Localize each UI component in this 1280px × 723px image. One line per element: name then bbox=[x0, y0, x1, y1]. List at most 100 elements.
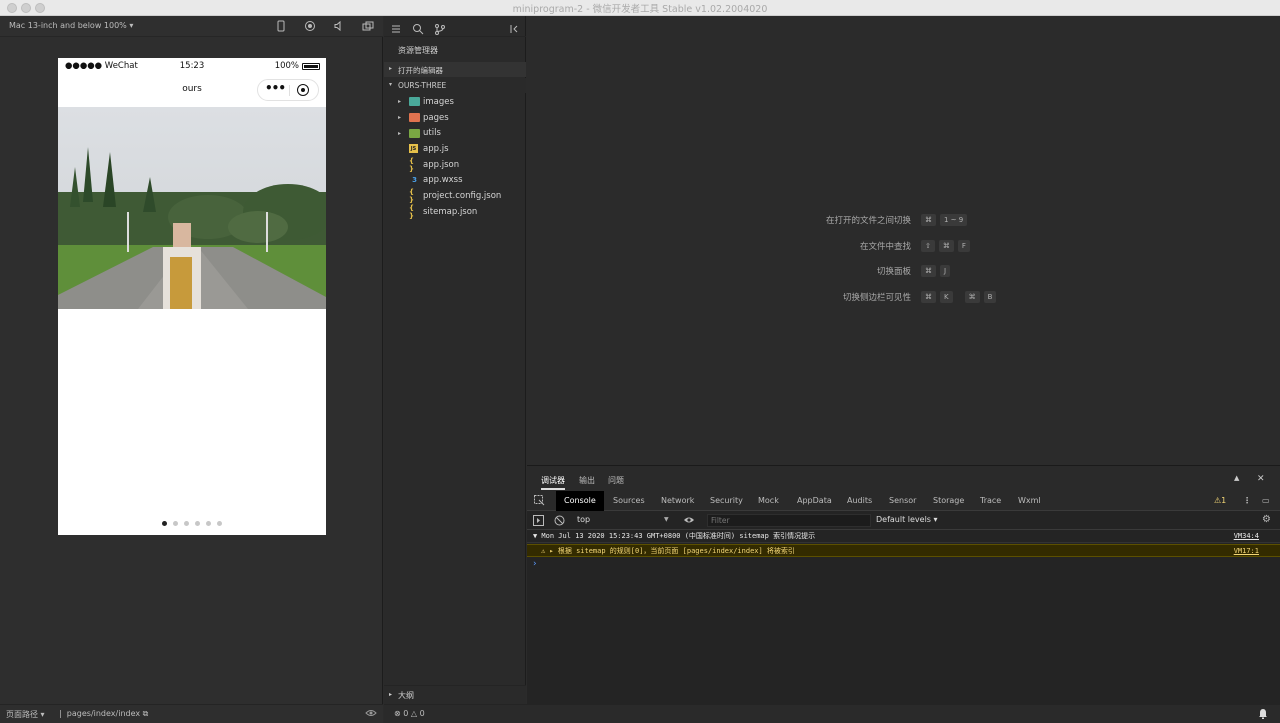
device-select[interactable]: Mac 13-inch and below 100% ▾ bbox=[9, 21, 133, 30]
speaker-icon[interactable] bbox=[332, 19, 346, 33]
status-bar: ⊗ 0 △ 0 bbox=[384, 704, 1280, 723]
swiper-dot[interactable] bbox=[162, 521, 167, 526]
phone-screen: ●●●●● WeChat 15:23 100% ours ••• bbox=[58, 58, 326, 535]
tree-item-app-json[interactable]: { } app.json bbox=[384, 157, 526, 173]
capsule-menu[interactable]: ••• bbox=[257, 79, 319, 101]
tree-item-label: project.config.json bbox=[423, 191, 502, 202]
shortcut-hint: 切换侧边栏可见性 ⌘ K ⌘ B bbox=[527, 291, 1280, 305]
detach-window-icon[interactable] bbox=[361, 19, 375, 33]
warning-message: ⚠ ▸ 根据 sitemap 的规则[0]，当前页面 [pages/index/… bbox=[541, 547, 795, 555]
dock-side-icon[interactable]: ▭ bbox=[1262, 496, 1270, 505]
file-list-icon[interactable] bbox=[390, 20, 402, 33]
search-icon[interactable] bbox=[412, 20, 424, 35]
tree-item-app-js[interactable]: JS app.js bbox=[384, 141, 526, 157]
eye-icon[interactable] bbox=[365, 708, 377, 720]
close-panel-icon[interactable]: ✕ bbox=[1257, 474, 1265, 484]
devtools-tab-security[interactable]: Security bbox=[710, 496, 743, 505]
collapse-panel-icon[interactable] bbox=[508, 20, 520, 33]
project-section[interactable]: ▾ OURS-THREE bbox=[384, 78, 526, 93]
log-source-link[interactable]: VM34:4 bbox=[1234, 530, 1259, 543]
devtools-tab-sensor[interactable]: Sensor bbox=[889, 496, 916, 505]
keyboard-key: ⌘ bbox=[921, 265, 936, 278]
tree-item-app-wxss[interactable]: 3 app.wxss bbox=[384, 173, 526, 189]
tree-item-label: app.js bbox=[423, 143, 449, 154]
close-mini-program-icon[interactable] bbox=[297, 84, 309, 96]
devtools-tab-storage[interactable]: Storage bbox=[933, 496, 964, 505]
warning-count: 1 bbox=[1221, 496, 1227, 505]
tree-item-project-config-json[interactable]: { } project.config.json bbox=[384, 188, 526, 204]
more-options-icon[interactable]: ⋮ bbox=[1243, 496, 1251, 505]
chevron-right-icon: ▸ bbox=[389, 691, 393, 698]
page-path-select[interactable]: 页面路径 ▾ bbox=[6, 709, 45, 720]
keyboard-key: B bbox=[983, 291, 997, 304]
sidebar-toggle-icon[interactable] bbox=[533, 515, 544, 528]
simulator-panel: Mac 13-inch and below 100% ▾ ●●●●● WeCha… bbox=[0, 16, 383, 704]
eye-icon[interactable] bbox=[683, 515, 695, 527]
more-icon[interactable]: ••• bbox=[265, 81, 286, 95]
swiper-banner-image[interactable] bbox=[58, 107, 326, 309]
tab-debugger[interactable]: 调试器 bbox=[541, 475, 565, 486]
capsule-divider bbox=[289, 85, 290, 96]
debug-tabs: 调试器 输出 问题 ▲ ✕ bbox=[527, 466, 1280, 491]
chevron-right-icon: ▸ bbox=[398, 129, 402, 137]
notification-bell-icon[interactable] bbox=[1258, 708, 1268, 721]
project-name: OURS-THREE bbox=[398, 81, 447, 90]
chevron-down-icon: ▼ bbox=[664, 516, 669, 523]
outline-section[interactable]: ▸ 大纲 bbox=[384, 685, 526, 704]
mini-program-navbar: ours ••• bbox=[58, 74, 326, 107]
maximize-panel-icon[interactable]: ▲ bbox=[1234, 474, 1239, 482]
window-title-bar: miniprogram-2 - 微信开发者工具 Stable v1.02.200… bbox=[0, 0, 1280, 16]
devtools-tab-wxml[interactable]: Wxml bbox=[1018, 496, 1041, 505]
page-path-separator: | bbox=[59, 709, 62, 718]
chevron-down-icon: ▾ bbox=[129, 21, 134, 30]
shortcut-hint: 切换面板 ⌘ J bbox=[527, 265, 1280, 279]
warning-icon: △ bbox=[410, 709, 418, 718]
record-icon[interactable] bbox=[303, 19, 317, 33]
folder-images-icon bbox=[409, 97, 420, 107]
devtools-tab-mock[interactable]: Mock bbox=[758, 496, 779, 505]
page-path-bar: 页面路径 ▾ | pages/index/index ⧉ bbox=[0, 704, 383, 723]
devtools-tab-sources[interactable]: Sources bbox=[613, 496, 645, 505]
open-editors-label: 打开的编辑器 bbox=[398, 66, 443, 75]
swiper-dot[interactable] bbox=[195, 521, 200, 526]
chevron-right-icon: ▸ bbox=[398, 98, 402, 106]
devtools-tab-network[interactable]: Network bbox=[661, 496, 694, 505]
devtools-tab-audits[interactable]: Audits bbox=[847, 496, 872, 505]
settings-gear-icon[interactable]: ⚙ bbox=[1262, 514, 1271, 525]
console-prompt[interactable]: › bbox=[533, 559, 537, 569]
tree-item-pages[interactable]: ▸ pages bbox=[384, 110, 526, 126]
tree-item-utils[interactable]: ▸ utils bbox=[384, 125, 526, 141]
context-select[interactable]: top bbox=[577, 515, 671, 524]
tab-problems[interactable]: 问题 bbox=[608, 475, 624, 486]
phone-icon[interactable] bbox=[274, 19, 288, 33]
window-title: miniprogram-2 - 微信开发者工具 Stable v1.02.200… bbox=[512, 4, 768, 15]
console-warning[interactable]: ⚠ ▸ 根据 sitemap 的规则[0]，当前页面 [pages/index/… bbox=[527, 544, 1280, 557]
keyboard-key: ⇧ bbox=[921, 239, 935, 252]
tab-output[interactable]: 输出 bbox=[579, 475, 595, 486]
swiper-dot[interactable] bbox=[173, 521, 178, 526]
console-log-group[interactable]: ▼ Mon Jul 13 2020 15:23:43 GMT+0800 (中国标… bbox=[527, 530, 1280, 543]
swiper-dot[interactable] bbox=[217, 521, 222, 526]
open-editors-section[interactable]: ▸ 打开的编辑器 bbox=[384, 62, 526, 77]
console-filter-input[interactable]: Filter bbox=[707, 514, 871, 527]
tree-item-label: sitemap.json bbox=[423, 206, 478, 217]
tree-item-sitemap-json[interactable]: { } sitemap.json bbox=[384, 204, 526, 220]
inspect-element-icon[interactable] bbox=[534, 495, 545, 508]
problems-summary[interactable]: ⊗ 0 △ 0 bbox=[394, 709, 425, 718]
explorer-toolbar bbox=[384, 16, 526, 37]
tree-item-images[interactable]: ▸ images bbox=[384, 94, 526, 110]
park-road-photo bbox=[58, 107, 326, 309]
warning-count-badge[interactable]: ⚠1 bbox=[1214, 496, 1226, 505]
swiper-dot[interactable] bbox=[206, 521, 211, 526]
keyboard-key: ⌘ bbox=[921, 214, 936, 226]
log-levels-select[interactable]: Default levels ▾ bbox=[876, 515, 938, 524]
swiper-dot[interactable] bbox=[184, 521, 189, 526]
copy-icon[interactable]: ⧉ bbox=[143, 709, 149, 718]
git-branch-icon[interactable] bbox=[434, 20, 446, 35]
page-path-value: | pages/index/index ⧉ bbox=[59, 709, 148, 719]
devtools-tab-appdata[interactable]: AppData bbox=[797, 496, 832, 505]
devtools-tab-trace[interactable]: Trace bbox=[980, 496, 1001, 505]
devtools-tab-console[interactable]: Console bbox=[556, 491, 604, 511]
clear-console-icon[interactable] bbox=[554, 515, 565, 528]
warning-source-link[interactable]: VM17:1 bbox=[1234, 545, 1259, 558]
